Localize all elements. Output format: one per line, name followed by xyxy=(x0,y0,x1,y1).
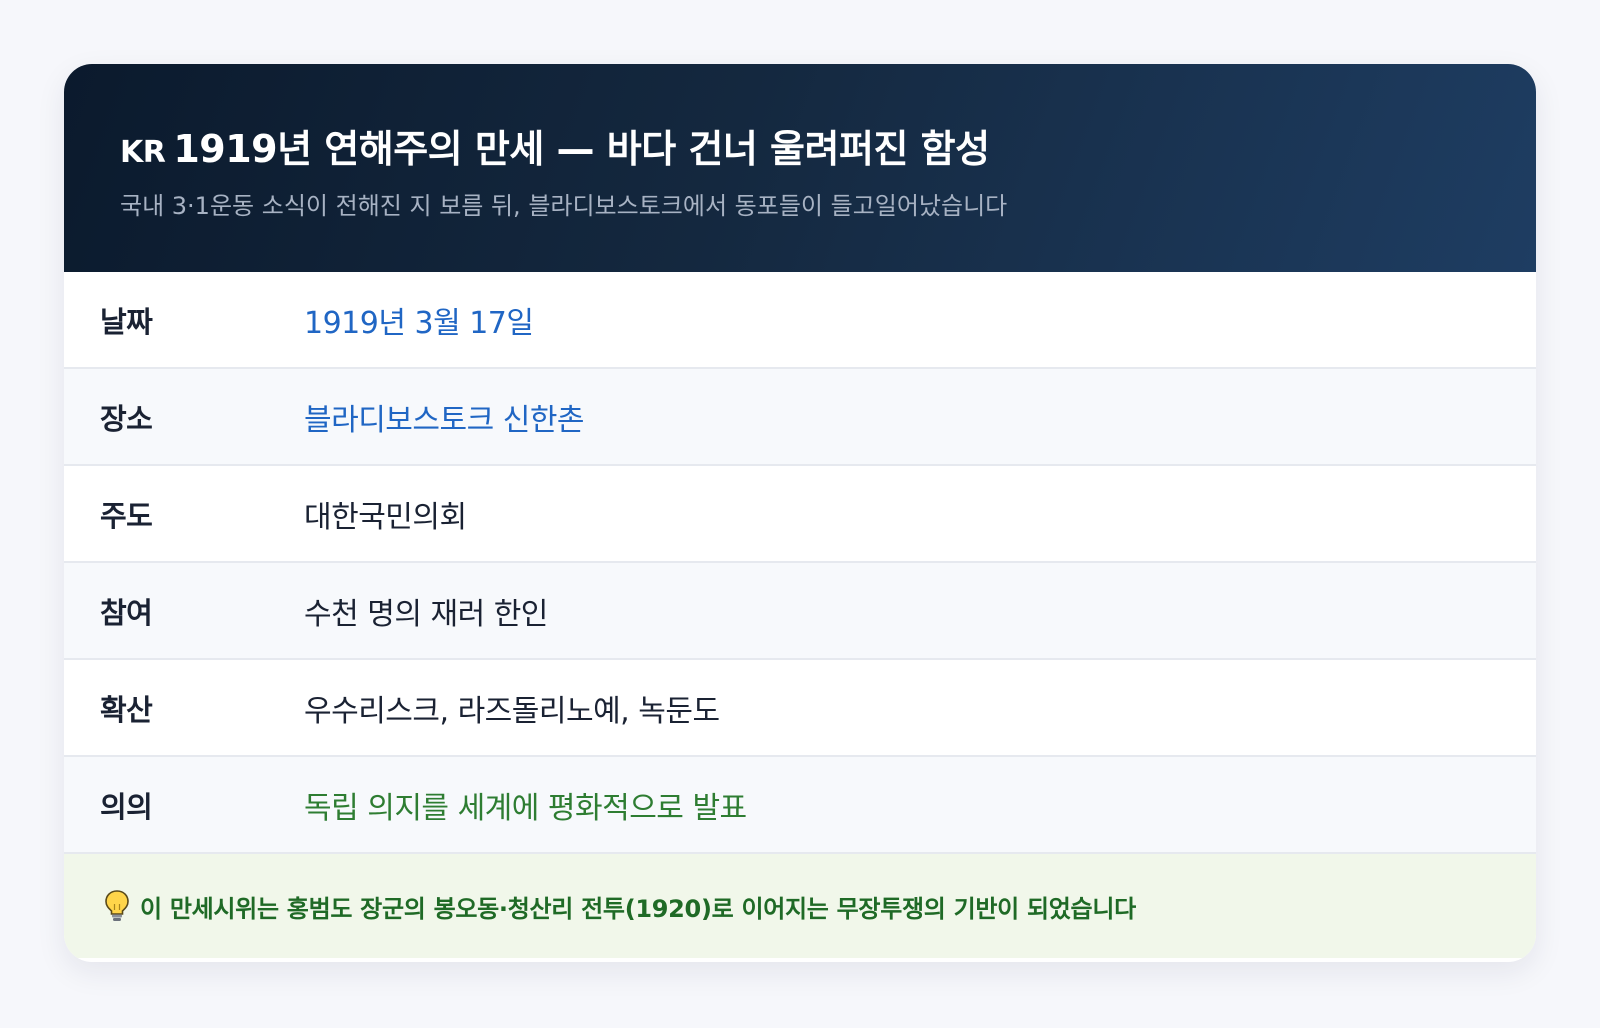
footnote: 이 만세시위는 홍범도 장군의 봉오동·청산리 전투(1920)로 이어지는 무… xyxy=(64,854,1536,958)
row-significance: 의의 독립 의지를 세계에 평화적으로 발표 xyxy=(64,757,1536,854)
row-value: 우수리스크, 라즈돌리노예, 녹둔도 xyxy=(304,693,720,729)
row-place: 장소 블라디보스토크 신한촌 xyxy=(64,369,1536,466)
row-label: 장소 xyxy=(100,401,153,436)
row-leader: 주도 대한국민의회 xyxy=(64,466,1536,563)
row-label: 주도 xyxy=(100,498,153,533)
row-value: 대한국민의회 xyxy=(304,499,467,535)
row-value: 블라디보스토크 신한촌 xyxy=(304,402,585,438)
title-text: 1919년 연해주의 만세 — 바다 건너 울려퍼진 함성 xyxy=(173,127,990,171)
row-spread: 확산 우수리스크, 라즈돌리노예, 녹둔도 xyxy=(64,660,1536,757)
lightbulb-icon xyxy=(104,889,130,923)
flag-icon: KR xyxy=(120,135,166,170)
row-date: 날짜 1919년 3월 17일 xyxy=(64,272,1536,369)
row-value: 독립 의지를 세계에 평화적으로 발표 xyxy=(304,790,747,826)
row-label: 참여 xyxy=(100,595,153,630)
row-value: 수천 명의 재러 한인 xyxy=(304,596,548,632)
row-label: 날짜 xyxy=(100,304,153,339)
row-participants: 참여 수천 명의 재러 한인 xyxy=(64,563,1536,660)
card-header: KR 1919년 연해주의 만세 — 바다 건너 울려퍼진 함성 국내 3·1운동… xyxy=(64,64,1536,272)
row-label: 확산 xyxy=(100,692,153,727)
card-subtitle: 국내 3·1운동 소식이 전해진 지 보름 뒤, 블라디보스토크에서 동포들이 … xyxy=(120,192,1008,220)
row-value: 1919년 3월 17일 xyxy=(304,305,534,341)
card-title: KR 1919년 연해주의 만세 — 바다 건너 울려퍼진 함성 xyxy=(120,118,990,173)
row-label: 의의 xyxy=(100,789,153,824)
footnote-text: 이 만세시위는 홍범도 장군의 봉오동·청산리 전투(1920)로 이어지는 무… xyxy=(140,894,1136,923)
info-card: KR 1919년 연해주의 만세 — 바다 건너 울려퍼진 함성 국내 3·1운동… xyxy=(64,64,1536,962)
